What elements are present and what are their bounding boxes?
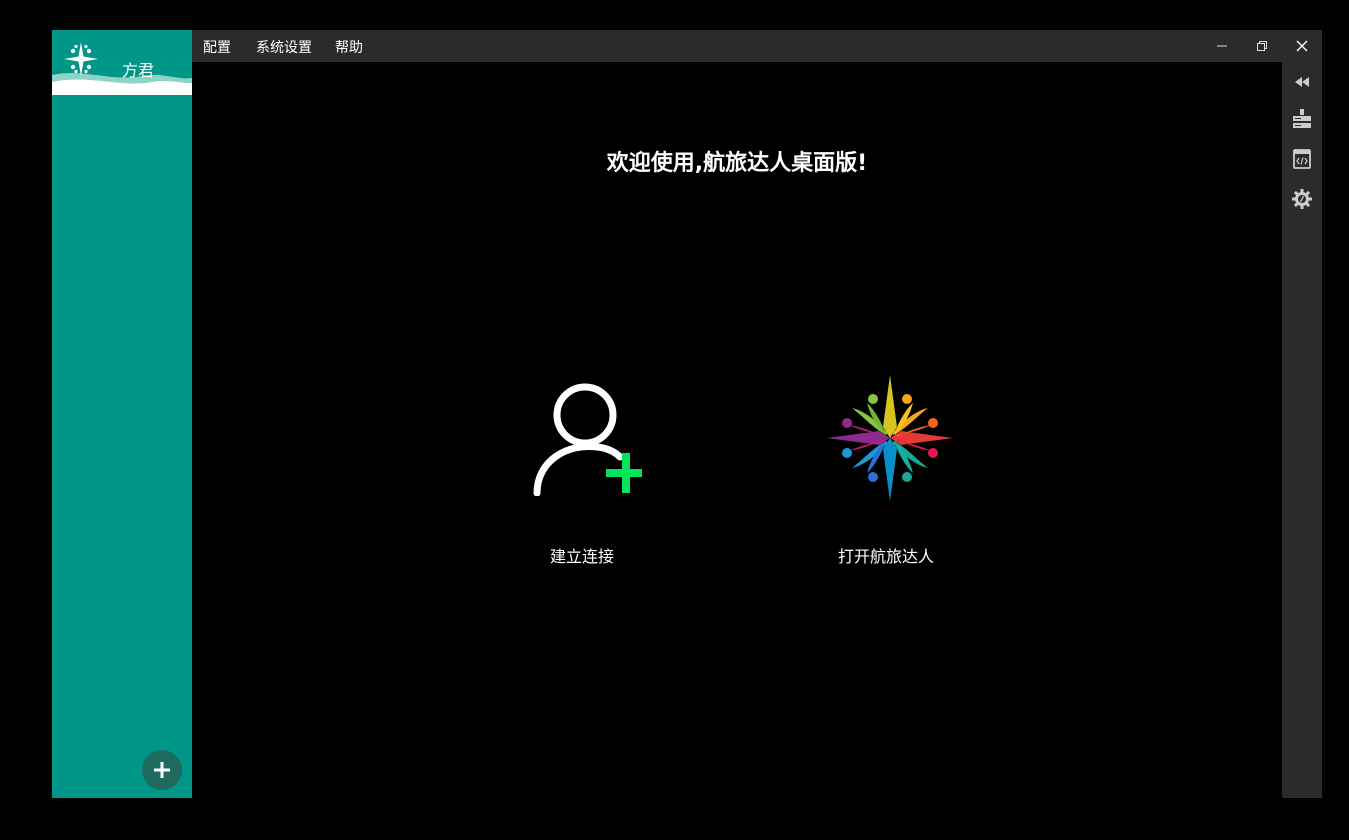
menu-system-settings[interactable]: 系统设置 [256, 37, 312, 57]
restore-icon [1257, 41, 1267, 51]
gear-icon[interactable] [1291, 188, 1313, 210]
close-button[interactable] [1291, 36, 1313, 56]
app-logo-icon [64, 42, 98, 76]
code-icon[interactable] [1291, 148, 1313, 170]
open-app-button[interactable]: 打开航旅达人 [822, 373, 957, 570]
minimize-button[interactable] [1211, 36, 1233, 56]
close-icon [1296, 40, 1308, 52]
open-app-label: 打开航旅达人 [838, 547, 935, 566]
sidebar: 方君 [52, 30, 192, 798]
welcome-title: 欢迎使用,航旅达人桌面版! [606, 151, 868, 176]
compass-logo-icon [827, 375, 953, 501]
app-window: 方君 配置 系统设置 帮助 欢迎使用,航旅达人桌面版! 建立连接 打开航旅达人 [52, 30, 1322, 798]
menu-help[interactable]: 帮助 [335, 37, 363, 57]
plus-icon [154, 762, 170, 778]
create-connection-button[interactable]: 建立连接 [522, 375, 672, 570]
restore-button[interactable] [1251, 36, 1273, 56]
add-button[interactable] [142, 750, 182, 790]
sidebar-header: 方君 [52, 30, 192, 95]
rewind-icon[interactable] [1291, 71, 1313, 93]
minimize-icon [1217, 45, 1227, 47]
menu-config[interactable]: 配置 [203, 37, 231, 57]
server-icon[interactable] [1291, 108, 1313, 130]
username: 方君 [122, 61, 155, 80]
right-toolbar [1282, 62, 1322, 798]
create-connection-label: 建立连接 [550, 547, 615, 566]
add-user-icon [533, 383, 642, 496]
menubar: 配置 系统设置 帮助 [192, 30, 1322, 62]
